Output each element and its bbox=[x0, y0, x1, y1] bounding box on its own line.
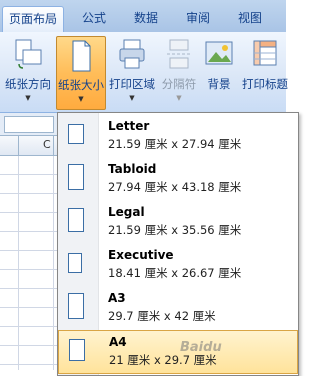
page-icon bbox=[68, 164, 84, 190]
paper-size-option-letter[interactable]: Letter 21.59 厘米 x 27.94 厘米 bbox=[58, 115, 298, 157]
column-header-label: C bbox=[43, 138, 51, 151]
paper-size-icon bbox=[68, 39, 94, 76]
watermark: Baidu bbox=[180, 340, 222, 355]
chevron-down-icon: ▼ bbox=[78, 95, 84, 103]
background-button[interactable]: 背景 bbox=[202, 36, 236, 108]
chevron-down-icon: ▼ bbox=[176, 94, 182, 102]
paper-size-option-executive[interactable]: Executive 18.41 厘米 x 26.67 厘米 bbox=[58, 244, 298, 286]
print-area-label: 打印区域 bbox=[109, 77, 155, 91]
ribbon-page-setup-group: 纸张方向 ▼ 纸张大小 ▼ 打印区域 ▼ 分隔符 ▼ 背景 打印标题 bbox=[0, 32, 288, 113]
paper-size-dropdown: Letter 21.59 厘米 x 27.94 厘米 Tabloid 27.94… bbox=[57, 112, 299, 376]
page-icon bbox=[68, 124, 84, 144]
print-area-button[interactable]: 打印区域 ▼ bbox=[106, 36, 158, 108]
orientation-button[interactable]: 纸张方向 ▼ bbox=[2, 36, 54, 108]
tab-view[interactable]: 视图 bbox=[228, 6, 272, 30]
paper-size-dims: 27.94 厘米 x 43.18 厘米 bbox=[108, 180, 242, 194]
paper-size-dims: 29.7 厘米 x 42 厘米 bbox=[108, 309, 216, 323]
paper-size-label: 纸张大小 bbox=[58, 78, 104, 92]
select-all-corner[interactable] bbox=[0, 136, 19, 155]
paper-size-name: Executive bbox=[108, 248, 174, 262]
orientation-label: 纸张方向 bbox=[5, 77, 51, 91]
page-icon bbox=[68, 293, 84, 319]
page-break-icon bbox=[165, 38, 193, 73]
page-icon bbox=[68, 208, 84, 232]
tab-page-layout[interactable]: 页面布局 bbox=[2, 6, 64, 33]
printer-icon bbox=[117, 38, 147, 73]
chevron-down-icon: ▼ bbox=[129, 94, 135, 102]
paper-size-option-legal[interactable]: Legal 21.59 厘米 x 35.56 厘米 bbox=[58, 201, 298, 243]
breaks-button[interactable]: 分隔符 ▼ bbox=[158, 36, 200, 108]
print-titles-icon bbox=[250, 38, 280, 73]
page-icon bbox=[69, 339, 85, 361]
paper-size-button[interactable]: 纸张大小 ▼ bbox=[56, 36, 106, 110]
paper-size-dims: 18.41 厘米 x 26.67 厘米 bbox=[108, 266, 242, 280]
paper-size-name: A3 bbox=[108, 291, 126, 305]
background-label: 背景 bbox=[207, 77, 231, 91]
print-titles-button[interactable]: 打印标题 bbox=[238, 36, 292, 108]
paper-size-option-a4[interactable]: A4 21 厘米 x 29.7 厘米 bbox=[58, 330, 298, 374]
breaks-label: 分隔符 bbox=[161, 77, 197, 91]
paper-size-option-tabloid[interactable]: Tabloid 27.94 厘米 x 43.18 厘米 bbox=[58, 158, 298, 200]
background-icon bbox=[204, 38, 234, 73]
paper-size-name: Letter bbox=[108, 119, 150, 133]
tab-formulas[interactable]: 公式 bbox=[72, 6, 116, 30]
ribbon-tab-bar: 页面布局 公式 数据 审阅 视图 bbox=[0, 0, 286, 33]
print-titles-label: 打印标题 bbox=[242, 77, 288, 91]
paper-size-dims: 21.59 厘米 x 35.56 厘米 bbox=[108, 223, 242, 237]
paper-size-name: Tabloid bbox=[108, 162, 157, 176]
orientation-icon bbox=[13, 38, 43, 73]
name-box[interactable] bbox=[4, 116, 54, 133]
page-icon bbox=[68, 253, 82, 273]
paper-size-name: A4 bbox=[109, 335, 127, 349]
chevron-down-icon: ▼ bbox=[25, 94, 31, 102]
paper-size-option-a3[interactable]: A3 29.7 厘米 x 42 厘米 bbox=[58, 287, 298, 329]
tab-review[interactable]: 审阅 bbox=[176, 6, 220, 30]
tab-data[interactable]: 数据 bbox=[124, 6, 168, 30]
paper-size-name: Legal bbox=[108, 205, 145, 219]
column-header[interactable]: C bbox=[19, 136, 54, 155]
paper-size-dims: 21.59 厘米 x 27.94 厘米 bbox=[108, 137, 242, 151]
